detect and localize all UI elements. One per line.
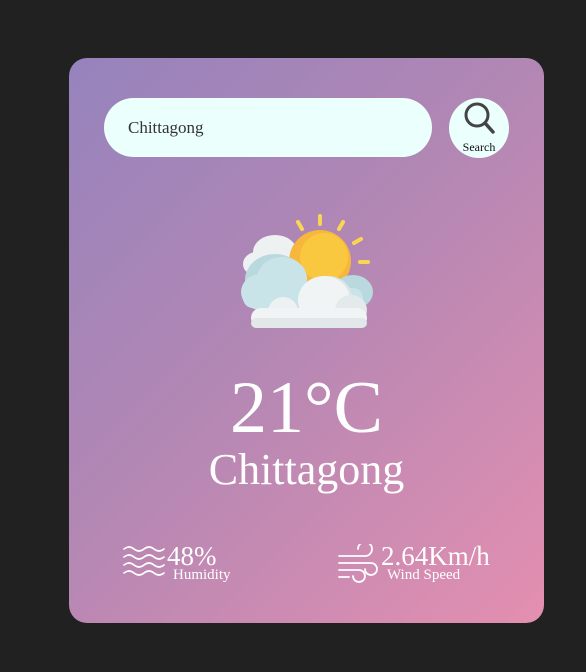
- temperature: 21°C: [230, 367, 383, 449]
- search-icon: [464, 102, 495, 134]
- wind-icon: [338, 544, 378, 583]
- city-name: Chittagong: [208, 445, 405, 494]
- weather-card: Search 21°C Chittagong: [69, 58, 544, 623]
- humidity-waves-icon: [123, 546, 165, 576]
- partly-cloudy-sun-icon: [241, 214, 373, 328]
- search-button-label: Search: [462, 140, 496, 154]
- humidity-label: Humidity: [173, 567, 231, 583]
- humidity-detail: 48% Humidity: [123, 540, 283, 584]
- wind-detail: 2.64Km/h Wind Speed: [337, 540, 537, 584]
- search-button[interactable]: Search: [449, 98, 509, 158]
- wind-speed-label: Wind Speed: [387, 567, 461, 583]
- search-input[interactable]: [104, 98, 432, 157]
